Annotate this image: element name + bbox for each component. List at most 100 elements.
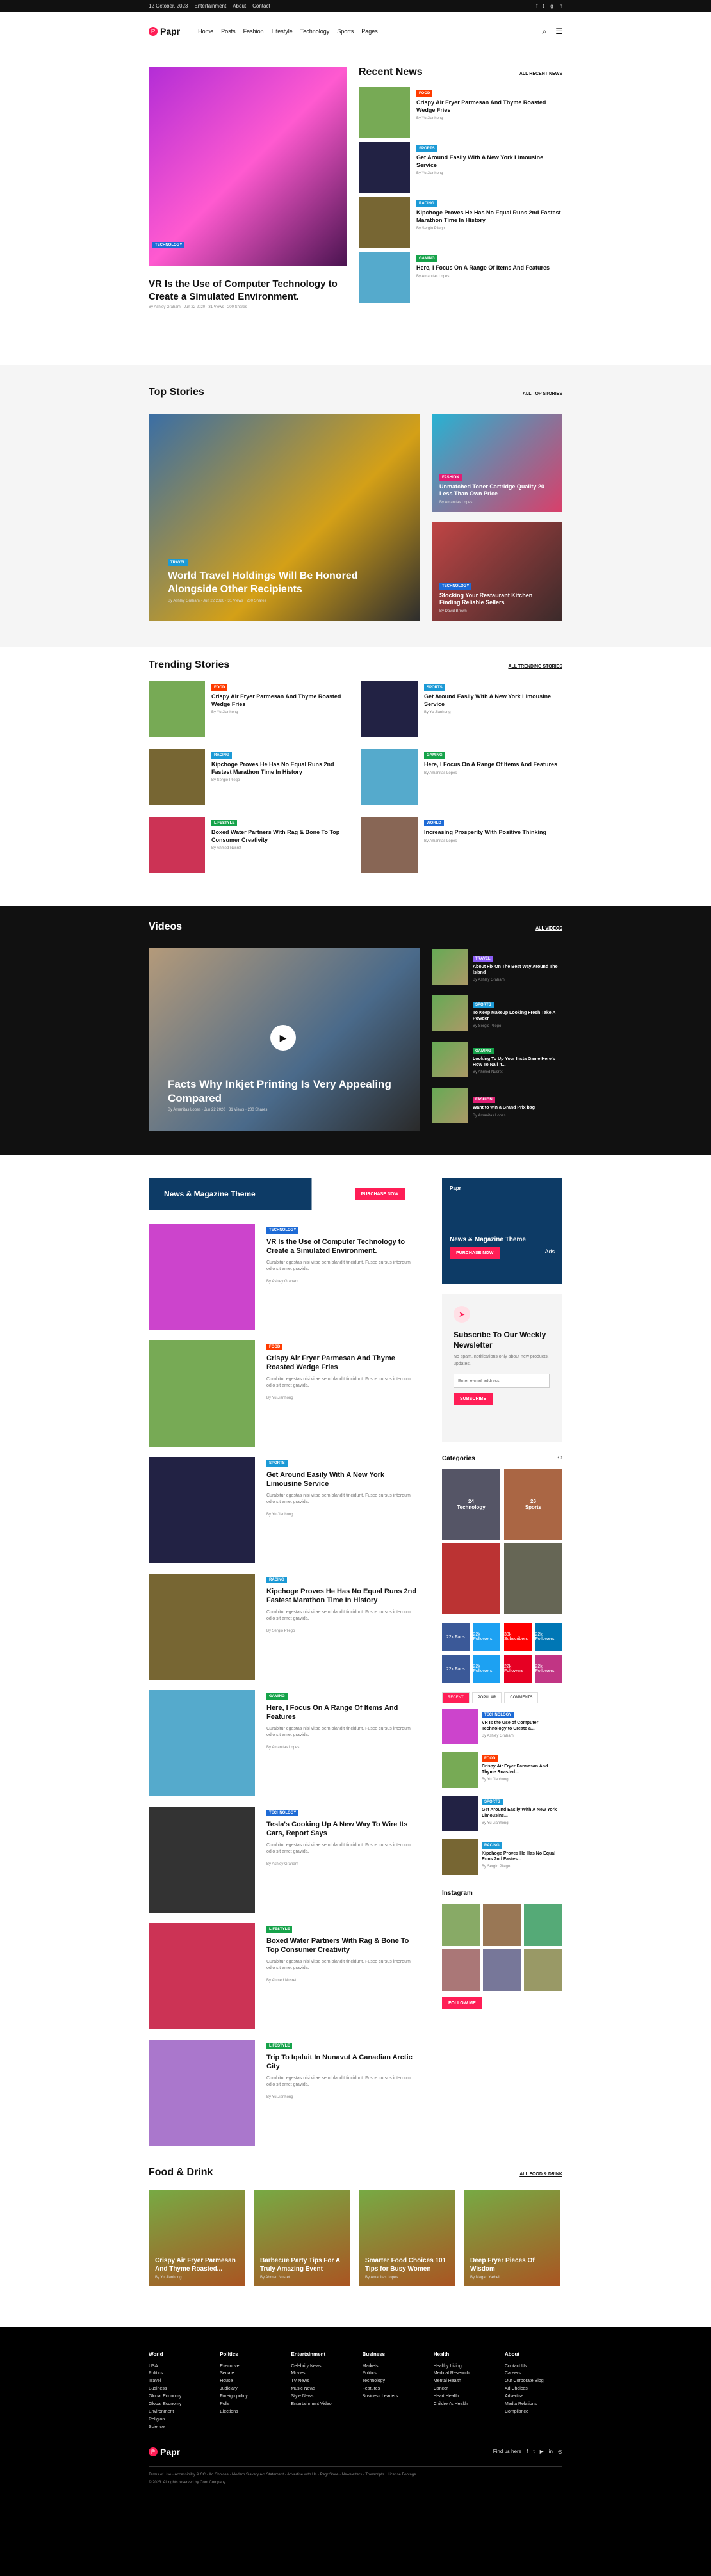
video-item[interactable]: SPORTS To Keep Makeup Looking Fresh Take … bbox=[432, 994, 562, 1033]
category-card[interactable]: 24 Technology bbox=[442, 1469, 500, 1540]
footer-link[interactable]: Science bbox=[149, 2424, 206, 2431]
top-link[interactable]: Entertainment bbox=[194, 3, 226, 9]
category-card[interactable]: 26 Sports bbox=[504, 1469, 562, 1540]
footer-link[interactable]: Markets bbox=[363, 2363, 420, 2371]
footer-link[interactable]: Foreign policy bbox=[220, 2393, 277, 2401]
article-image[interactable] bbox=[149, 1807, 255, 1913]
footer-link[interactable]: Senate bbox=[220, 2370, 277, 2378]
category-card[interactable] bbox=[504, 1543, 562, 1614]
video-item[interactable]: FASHION Want to win a Grand Prix bag By Am… bbox=[432, 1086, 562, 1125]
social-count[interactable]: 22k Followers bbox=[504, 1655, 532, 1683]
footer-link[interactable]: Celebrity News bbox=[291, 2363, 348, 2371]
recent-item[interactable]: SPORTS Get Around Easily With A New York … bbox=[359, 142, 562, 193]
thumbnail[interactable] bbox=[442, 1839, 478, 1875]
thumbnail[interactable] bbox=[359, 87, 410, 138]
recent-item[interactable]: GAMING Here, I Focus On A Range Of Items … bbox=[359, 252, 562, 303]
top-main-card[interactable]: TRAVEL World Travel Holdings Will Be Hono… bbox=[149, 414, 420, 621]
instagram-photo[interactable] bbox=[524, 1949, 562, 1991]
footer-link[interactable]: Judiciary bbox=[220, 2385, 277, 2393]
top-side-card[interactable]: FASHION Unmatched Toner Cartridge Quality… bbox=[432, 414, 562, 512]
subscribe-button[interactable]: SUBSCRIBE bbox=[454, 1393, 493, 1406]
thumbnail[interactable] bbox=[149, 817, 205, 873]
popular-item[interactable]: TECHNOLOGY VR Is the Use of Computer Tech… bbox=[442, 1709, 562, 1747]
video-thumbnail[interactable] bbox=[432, 1088, 468, 1123]
footer-link[interactable]: Environment bbox=[149, 2408, 206, 2416]
footer-link[interactable]: Our Corporate Blog bbox=[505, 2378, 562, 2385]
footer-link[interactable]: Business Leaders bbox=[363, 2393, 420, 2401]
purchase-button[interactable]: PURCHASE NOW bbox=[354, 1187, 405, 1200]
footer-link[interactable]: Advertise bbox=[505, 2393, 562, 2401]
trending-item[interactable]: RACING Kipchoge Proves He Has No Equal Ru… bbox=[149, 749, 350, 805]
thumbnail[interactable] bbox=[149, 749, 205, 805]
video-thumbnail[interactable] bbox=[432, 949, 468, 985]
thumbnail[interactable] bbox=[361, 681, 418, 737]
recent-item[interactable]: FOOD Crispy Air Fryer Parmesan And Thyme … bbox=[359, 87, 562, 138]
facebook-icon[interactable]: f bbox=[536, 3, 537, 9]
twitter-icon[interactable]: t bbox=[533, 2449, 534, 2454]
article-image[interactable] bbox=[149, 1457, 255, 1563]
footer-link[interactable]: Global Economy bbox=[149, 2393, 206, 2401]
footer-link[interactable]: House bbox=[220, 2378, 277, 2385]
footer-link[interactable]: Entertainment Video bbox=[291, 2401, 348, 2408]
twitter-icon[interactable]: t bbox=[543, 3, 544, 9]
thumbnail[interactable] bbox=[361, 817, 418, 873]
article-item[interactable]: FOOD Crispy Air Fryer Parmesan And Thyme … bbox=[149, 1340, 420, 1457]
food-card[interactable]: Barbecue Party Tips For A Truly Amazing … bbox=[254, 2190, 350, 2286]
footer-link[interactable]: Cancer bbox=[434, 2385, 491, 2393]
article-image[interactable] bbox=[149, 2040, 255, 2146]
popular-item[interactable]: FOOD Crispy Air Fryer Parmesan And Thyme … bbox=[442, 1752, 562, 1791]
instagram-photo[interactable] bbox=[483, 1904, 521, 1946]
trending-item[interactable]: SPORTS Get Around Easily With A New York … bbox=[361, 681, 562, 737]
instagram-icon[interactable]: ig bbox=[550, 3, 553, 9]
social-count[interactable]: 22k Followers bbox=[473, 1623, 500, 1651]
food-card[interactable]: Crispy Air Fryer Parmesan And Thyme Roas… bbox=[149, 2190, 245, 2286]
nav-technology[interactable]: Technology bbox=[300, 28, 330, 35]
footer-link[interactable]: Contact Us bbox=[505, 2363, 562, 2371]
footer-link[interactable]: Movies bbox=[291, 2370, 348, 2378]
featured-image[interactable]: TECHNOLOGY bbox=[149, 67, 347, 266]
video-item[interactable]: TRAVEL About Fix On The Best Way Around T… bbox=[432, 948, 562, 986]
prev-icon[interactable]: ‹ bbox=[557, 1454, 559, 1460]
thumbnail[interactable] bbox=[359, 197, 410, 248]
popular-item[interactable]: SPORTS Get Around Easily With A New York … bbox=[442, 1796, 562, 1834]
instagram-photo[interactable] bbox=[442, 1904, 480, 1946]
article-image[interactable] bbox=[149, 1224, 255, 1330]
article-item[interactable]: LIFESTYLE Boxed Water Partners With Rag &… bbox=[149, 1923, 420, 2040]
footer-link[interactable]: Ad Choices bbox=[505, 2385, 562, 2393]
top-link[interactable]: Contact bbox=[252, 3, 270, 9]
linkedin-icon[interactable]: in bbox=[559, 3, 562, 9]
thumbnail[interactable] bbox=[442, 1709, 478, 1744]
play-icon[interactable]: ▶ bbox=[270, 1025, 296, 1051]
footer-link[interactable]: Careers bbox=[505, 2370, 562, 2378]
category-card[interactable] bbox=[442, 1543, 500, 1614]
footer-link[interactable]: Healthy Living bbox=[434, 2363, 491, 2371]
thumbnail[interactable] bbox=[149, 681, 205, 737]
nav-posts[interactable]: Posts bbox=[221, 28, 236, 35]
top-side-card[interactable]: TECHNOLOGY Stocking Your Restaurant Kitch… bbox=[432, 522, 562, 621]
thumbnail[interactable] bbox=[361, 749, 418, 805]
footer-link[interactable]: Politics bbox=[363, 2370, 420, 2378]
footer-link[interactable]: Children's Health bbox=[434, 2401, 491, 2408]
social-count[interactable]: 22k Fans bbox=[442, 1623, 470, 1651]
follow-button[interactable]: FOLLOW ME bbox=[442, 1997, 482, 2009]
footer-link[interactable]: Travel bbox=[149, 2378, 206, 2385]
trending-item[interactable]: LIFESTYLE Boxed Water Partners With Rag &… bbox=[149, 817, 350, 873]
footer-link[interactable]: Religion bbox=[149, 2416, 206, 2424]
thumbnail[interactable] bbox=[359, 252, 410, 303]
footer-link[interactable]: Executive bbox=[220, 2363, 277, 2371]
all-videos-link[interactable]: ALL VIDEOS bbox=[535, 926, 562, 931]
social-count[interactable]: 22k Followers bbox=[535, 1623, 562, 1651]
next-icon[interactable]: › bbox=[560, 1454, 562, 1460]
article-item[interactable]: TECHNOLOGY VR Is the Use of Computer Tech… bbox=[149, 1224, 420, 1340]
article-item[interactable]: LIFESTYLE Trip To Iqaluit In Nunavut A Ca… bbox=[149, 2040, 420, 2156]
thumbnail[interactable] bbox=[359, 142, 410, 193]
footer-link[interactable]: Technology bbox=[363, 2378, 420, 2385]
footer-link[interactable]: Compliance bbox=[505, 2408, 562, 2416]
sidebar-ad[interactable]: Papr News & Magazine Theme PURCHASE NOW … bbox=[442, 1178, 562, 1284]
footer-link[interactable]: Business bbox=[149, 2385, 206, 2393]
social-count[interactable]: 22k Fans bbox=[442, 1655, 470, 1683]
footer-link[interactable]: Global Economy bbox=[149, 2401, 206, 2408]
nav-lifestyle[interactable]: Lifestyle bbox=[272, 28, 293, 35]
article-item[interactable]: SPORTS Get Around Easily With A New York … bbox=[149, 1457, 420, 1574]
footer-link[interactable]: Music News bbox=[291, 2385, 348, 2393]
